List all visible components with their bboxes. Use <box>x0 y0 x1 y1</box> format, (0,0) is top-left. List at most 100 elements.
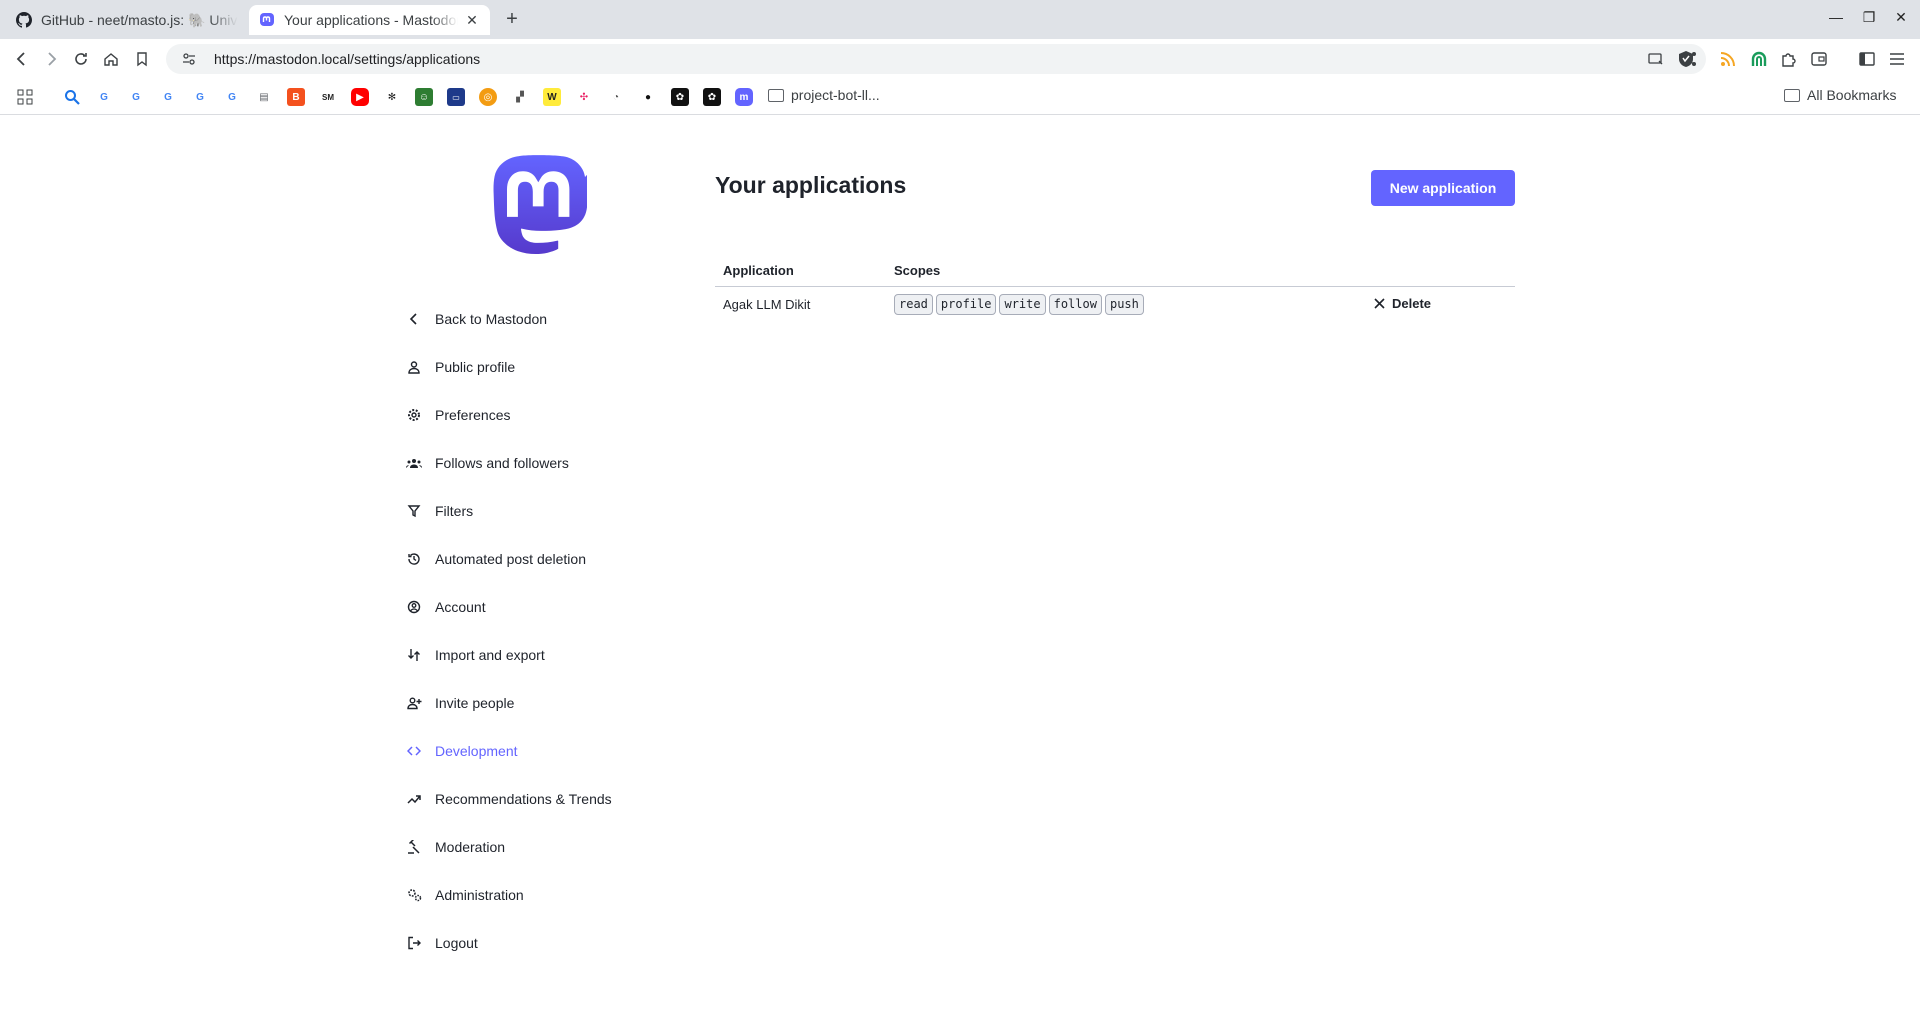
install-app-icon[interactable] <box>1646 49 1666 69</box>
close-icon[interactable]: ✕ <box>464 12 480 29</box>
sidebar-item-import-and-export[interactable]: Import and export <box>405 631 695 679</box>
filter-icon <box>405 502 423 520</box>
import-export-icon <box>405 646 423 664</box>
close-icon <box>1374 298 1385 309</box>
sidebar-item-filters[interactable]: Filters <box>405 487 695 535</box>
trending-icon <box>405 790 423 808</box>
tab-title: GitHub - neet/masto.js: 🐘 Universal Mast… <box>41 11 238 28</box>
sidebar-item-label: Recommendations & Trends <box>435 791 612 807</box>
scope-badge: follow <box>1048 293 1102 315</box>
sidebar-item-label: Moderation <box>435 839 506 855</box>
apps-grid-icon[interactable] <box>16 88 34 106</box>
google-icon[interactable]: G <box>159 88 177 106</box>
orange-circle-icon[interactable]: ◎ <box>479 88 497 106</box>
forward-icon[interactable] <box>39 47 63 71</box>
sidebar-item-label: Logout <box>435 935 478 951</box>
extension-arch-icon[interactable] <box>1747 47 1771 71</box>
openai-icon[interactable]: ✿ <box>671 88 689 106</box>
mastodon-logo[interactable] <box>493 154 588 255</box>
sidebar-item-moderation[interactable]: Moderation <box>405 823 695 871</box>
scope-badge: read <box>894 293 933 315</box>
logout-icon <box>405 934 423 952</box>
wallet-icon[interactable] <box>1807 47 1831 71</box>
chevron-left-icon <box>405 310 423 328</box>
menu-icon[interactable] <box>1885 47 1909 71</box>
address-bar[interactable]: https://mastodon.local/settings/applicat… <box>166 44 1706 74</box>
sidebar-item-label: Import and export <box>435 647 545 663</box>
google-icon[interactable]: G <box>223 88 241 106</box>
table-header-row: Application Scopes <box>715 256 1515 287</box>
account-circle-icon <box>405 598 423 616</box>
folder-icon <box>768 88 784 102</box>
application-name[interactable]: Agak LLM Dikit <box>715 286 886 322</box>
chatgpt-icon[interactable]: ✻ <box>383 88 401 106</box>
application-actions: Delete <box>1366 286 1515 322</box>
delete-button[interactable]: Delete <box>1374 296 1431 311</box>
sidebar-item-logout[interactable]: Logout <box>405 919 695 967</box>
sidebar-item-label: Back to Mastodon <box>435 311 548 327</box>
sidebar-item-label: Filters <box>435 503 474 519</box>
robot-icon[interactable]: ☺ <box>415 88 433 106</box>
sidebar-item-label: Follows and followers <box>435 455 569 471</box>
sidebar-item-label: Development <box>435 743 518 759</box>
search-icon[interactable] <box>63 88 81 106</box>
openai-icon[interactable]: ✿ <box>703 88 721 106</box>
sidebar-item-account[interactable]: Account <box>405 583 695 631</box>
shield-icon[interactable] <box>1674 47 1698 71</box>
people-icon <box>405 454 423 472</box>
tab-github[interactable]: GitHub - neet/masto.js: 🐘 Universal Mast… <box>6 5 248 35</box>
sidebar-item-administration[interactable]: Administration <box>405 871 695 919</box>
sidebar-toggle-icon[interactable] <box>1855 47 1879 71</box>
all-bookmarks-folder[interactable]: All Bookmarks <box>1784 87 1896 103</box>
bookmark-folder[interactable]: project-bot-ll... <box>768 87 880 103</box>
sidebar-item-recommendations-and-trends[interactable]: Recommendations & Trends <box>405 775 695 823</box>
application-name-link[interactable]: Agak LLM Dikit <box>723 297 810 312</box>
google-icon[interactable]: G <box>191 88 209 106</box>
sidebar-item-label: Administration <box>435 887 524 903</box>
gear-icon <box>405 406 423 424</box>
steam-icon[interactable]: ◔ <box>607 88 625 106</box>
home-icon[interactable] <box>99 47 123 71</box>
yellow-app-icon[interactable]: W <box>543 88 561 106</box>
minimize-icon[interactable]: — <box>1826 9 1846 25</box>
column-header-actions <box>1366 256 1515 287</box>
new-tab-button[interactable]: + <box>500 8 524 32</box>
back-icon[interactable] <box>10 47 34 71</box>
id-card-icon[interactable]: ▭ <box>447 88 465 106</box>
tab-mastodon[interactable]: Your applications - Mastodon ✕ <box>249 5 490 35</box>
sidebar-item-automated-post-deletion[interactable]: Automated post deletion <box>405 535 695 583</box>
sidebar-item-public-profile[interactable]: Public profile <box>405 343 695 391</box>
youtube-icon[interactable]: ▶ <box>351 88 369 106</box>
page-title: Your applications <box>715 172 907 198</box>
document-icon[interactable]: ▤ <box>255 88 273 106</box>
google-icon[interactable]: G <box>95 88 113 106</box>
google-icon[interactable]: G <box>127 88 145 106</box>
url-text: https://mastodon.local/settings/applicat… <box>214 51 481 67</box>
rss-icon[interactable] <box>1716 47 1740 71</box>
all-bookmarks-label: All Bookmarks <box>1807 87 1897 103</box>
sidebar-item-development[interactable]: Development <box>405 727 695 775</box>
window-close-icon[interactable]: ✕ <box>1891 9 1911 26</box>
reload-icon[interactable] <box>69 47 93 71</box>
dark-circle-icon[interactable]: ● <box>639 88 657 106</box>
folder-icon <box>1784 88 1800 102</box>
table-row: Agak LLM Dikit read profile write follow pus… <box>715 286 1515 322</box>
blogger-icon[interactable]: B <box>287 88 305 106</box>
browser-toolbar: https://mastodon.local/settings/applicat… <box>0 39 1920 79</box>
mastodon-icon[interactable]: m <box>735 88 753 106</box>
sidebar-item-follows-and-followers[interactable]: Follows and followers <box>405 439 695 487</box>
new-application-button[interactable]: New application <box>1371 170 1515 206</box>
github-icon <box>16 12 32 28</box>
sidebar-item-label: Account <box>435 599 486 615</box>
restore-icon[interactable]: ❐ <box>1859 9 1879 26</box>
bookmark-icon[interactable] <box>130 47 154 71</box>
apps-icon[interactable]: ▞ <box>511 88 529 106</box>
applications-table: Application Scopes Agak LLM Dikit read pr… <box>715 256 1515 322</box>
sidebar-item-invite-people[interactable]: Invite people <box>405 679 695 727</box>
pinwheel-icon[interactable]: ✣ <box>575 88 593 106</box>
sidebar-item-back-to-mastodon[interactable]: Back to Mastodon <box>405 295 695 343</box>
sm-icon[interactable]: SM <box>319 88 337 106</box>
site-settings-icon[interactable] <box>174 51 204 67</box>
sidebar-item-preferences[interactable]: Preferences <box>405 391 695 439</box>
puzzle-icon[interactable] <box>1777 47 1801 71</box>
